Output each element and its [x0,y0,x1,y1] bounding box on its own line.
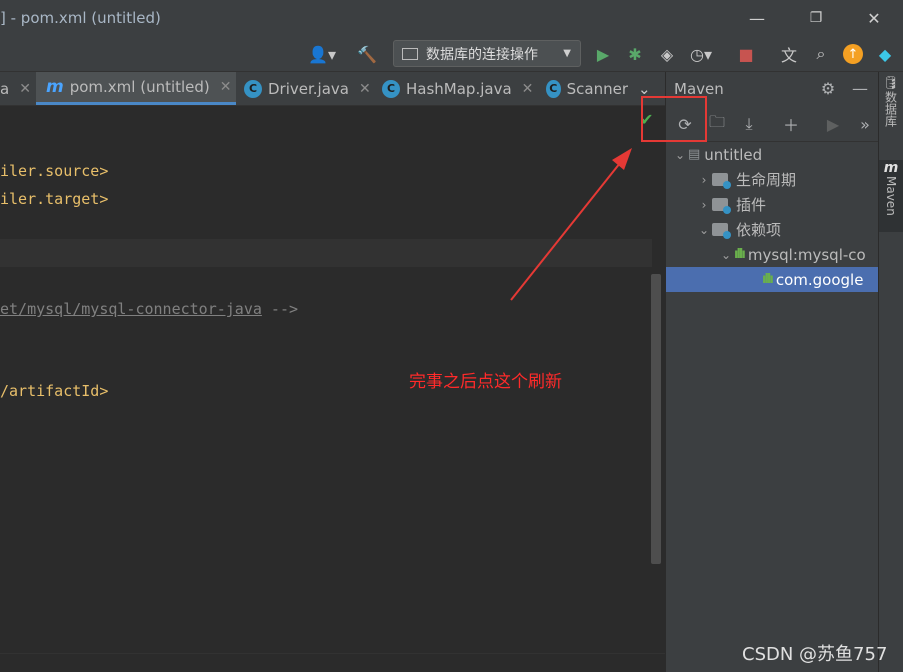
watermark: CSDN @苏鱼757 [742,644,888,665]
annotation-text: 完事之后点这个刷新 [409,372,562,392]
annotation-arrow [510,148,632,301]
